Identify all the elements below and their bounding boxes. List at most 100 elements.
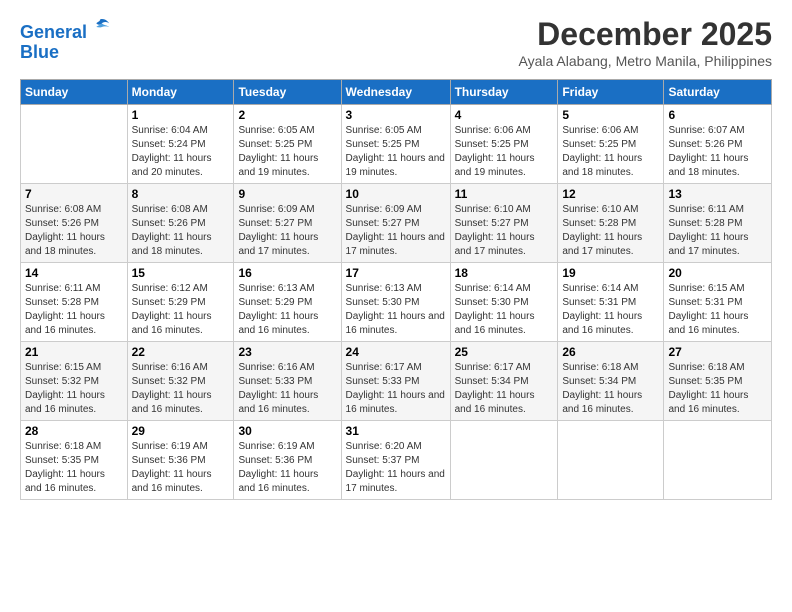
day-number: 8 (132, 187, 230, 201)
day-info: Sunrise: 6:19 AMSunset: 5:36 PMDaylight:… (238, 440, 336, 496)
day-info: Sunrise: 6:15 AMSunset: 5:31 PMDaylight:… (668, 282, 767, 338)
day-number: 15 (132, 266, 230, 280)
day-number: 17 (346, 266, 446, 280)
day-cell: 23 Sunrise: 6:16 AMSunset: 5:33 PMDayligh… (234, 342, 341, 421)
day-info: Sunrise: 6:16 AMSunset: 5:33 PMDaylight:… (238, 361, 336, 417)
day-number: 11 (455, 187, 554, 201)
day-number: 27 (668, 345, 767, 359)
day-info: Sunrise: 6:11 AMSunset: 5:28 PMDaylight:… (25, 282, 123, 338)
day-cell: 25Sunrise: 6:17 AMSunset: 5:34 PMDayligh… (450, 342, 558, 421)
day-info: Sunrise: 6:13 AMSunset: 5:30 PMDaylight:… (346, 282, 446, 338)
day-number: 3 (346, 108, 446, 122)
day-number: 19 (562, 266, 659, 280)
day-cell: 14 Sunrise: 6:11 AMSunset: 5:28 PMDayligh… (21, 263, 128, 342)
logo-blue: Blue (20, 43, 111, 63)
header: General Blue December 2025 Ayala Alabang… (20, 16, 772, 69)
location: Ayala Alabang, Metro Manila, Philippines (519, 53, 772, 69)
title-block: December 2025 Ayala Alabang, Metro Manil… (519, 16, 772, 69)
week-row-2: 7Sunrise: 6:08 AMSunset: 5:26 PMDaylight… (21, 184, 772, 263)
day-info: Sunrise: 6:18 AMSunset: 5:35 PMDaylight:… (25, 440, 123, 496)
day-cell (558, 421, 664, 500)
day-number: 10 (346, 187, 446, 201)
day-cell: 24 Sunrise: 6:17 AMSunset: 5:33 PMDayligh… (341, 342, 450, 421)
week-row-3: 14 Sunrise: 6:11 AMSunset: 5:28 PMDayligh… (21, 263, 772, 342)
logo-text: General (20, 16, 111, 43)
logo-general: General (20, 22, 87, 42)
day-cell: 10 Sunrise: 6:09 AMSunset: 5:27 PMDayligh… (341, 184, 450, 263)
day-cell: 30 Sunrise: 6:19 AMSunset: 5:36 PMDayligh… (234, 421, 341, 500)
day-info: Sunrise: 6:18 AMSunset: 5:35 PMDaylight:… (668, 361, 767, 417)
day-header-thursday: Thursday (450, 80, 558, 105)
day-number: 13 (668, 187, 767, 201)
calendar-table: SundayMondayTuesdayWednesdayThursdayFrid… (20, 79, 772, 500)
day-info: Sunrise: 6:10 AMSunset: 5:28 PMDaylight:… (562, 203, 659, 259)
day-number: 18 (455, 266, 554, 280)
day-cell: 11 Sunrise: 6:10 AMSunset: 5:27 PMDayligh… (450, 184, 558, 263)
day-info: Sunrise: 6:08 AMSunset: 5:26 PMDaylight:… (132, 203, 230, 259)
day-cell: 3 Sunrise: 6:05 AMSunset: 5:25 PMDaylight… (341, 105, 450, 184)
day-cell (664, 421, 772, 500)
day-cell: 12 Sunrise: 6:10 AMSunset: 5:28 PMDayligh… (558, 184, 664, 263)
day-number: 22 (132, 345, 230, 359)
day-cell: 8 Sunrise: 6:08 AMSunset: 5:26 PMDaylight… (127, 184, 234, 263)
day-info: Sunrise: 6:17 AMSunset: 5:33 PMDaylight:… (346, 361, 446, 417)
day-number: 30 (238, 424, 336, 438)
day-info: Sunrise: 6:04 AMSunset: 5:24 PMDaylight:… (132, 124, 230, 180)
day-number: 14 (25, 266, 123, 280)
header-row: SundayMondayTuesdayWednesdayThursdayFrid… (21, 80, 772, 105)
week-row-1: 1Sunrise: 6:04 AMSunset: 5:24 PMDaylight… (21, 105, 772, 184)
day-cell: 13Sunrise: 6:11 AMSunset: 5:28 PMDayligh… (664, 184, 772, 263)
day-cell: 9Sunrise: 6:09 AMSunset: 5:27 PMDaylight… (234, 184, 341, 263)
day-header-tuesday: Tuesday (234, 80, 341, 105)
day-number: 26 (562, 345, 659, 359)
day-cell: 28 Sunrise: 6:18 AMSunset: 5:35 PMDayligh… (21, 421, 128, 500)
day-info: Sunrise: 6:16 AMSunset: 5:32 PMDaylight:… (132, 361, 230, 417)
day-cell: 17 Sunrise: 6:13 AMSunset: 5:30 PMDayligh… (341, 263, 450, 342)
day-number: 20 (668, 266, 767, 280)
day-number: 31 (346, 424, 446, 438)
day-cell: 5Sunrise: 6:06 AMSunset: 5:25 PMDaylight… (558, 105, 664, 184)
day-info: Sunrise: 6:12 AMSunset: 5:29 PMDaylight:… (132, 282, 230, 338)
day-cell: 18 Sunrise: 6:14 AMSunset: 5:30 PMDayligh… (450, 263, 558, 342)
day-info: Sunrise: 6:19 AMSunset: 5:36 PMDaylight:… (132, 440, 230, 496)
day-cell: 21 Sunrise: 6:15 AMSunset: 5:32 PMDayligh… (21, 342, 128, 421)
day-header-saturday: Saturday (664, 80, 772, 105)
day-number: 29 (132, 424, 230, 438)
day-number: 24 (346, 345, 446, 359)
day-info: Sunrise: 6:10 AMSunset: 5:27 PMDaylight:… (455, 203, 554, 259)
day-number: 23 (238, 345, 336, 359)
day-cell: 19Sunrise: 6:14 AMSunset: 5:31 PMDayligh… (558, 263, 664, 342)
day-info: Sunrise: 6:05 AMSunset: 5:25 PMDaylight:… (346, 124, 446, 180)
day-info: Sunrise: 6:06 AMSunset: 5:25 PMDaylight:… (455, 124, 554, 180)
day-number: 21 (25, 345, 123, 359)
day-cell: 6Sunrise: 6:07 AMSunset: 5:26 PMDaylight… (664, 105, 772, 184)
day-cell: 29 Sunrise: 6:19 AMSunset: 5:36 PMDayligh… (127, 421, 234, 500)
day-info: Sunrise: 6:15 AMSunset: 5:32 PMDaylight:… (25, 361, 123, 417)
day-cell: 7Sunrise: 6:08 AMSunset: 5:26 PMDaylight… (21, 184, 128, 263)
month-title: December 2025 (519, 16, 772, 53)
day-number: 5 (562, 108, 659, 122)
day-cell: 4 Sunrise: 6:06 AMSunset: 5:25 PMDaylight… (450, 105, 558, 184)
day-cell: 2Sunrise: 6:05 AMSunset: 5:25 PMDaylight… (234, 105, 341, 184)
logo-bird-icon (89, 16, 111, 38)
day-info: Sunrise: 6:09 AMSunset: 5:27 PMDaylight:… (238, 203, 336, 259)
day-info: Sunrise: 6:14 AMSunset: 5:30 PMDaylight:… (455, 282, 554, 338)
day-cell: 20 Sunrise: 6:15 AMSunset: 5:31 PMDayligh… (664, 263, 772, 342)
week-row-5: 28 Sunrise: 6:18 AMSunset: 5:35 PMDayligh… (21, 421, 772, 500)
day-number: 4 (455, 108, 554, 122)
day-info: Sunrise: 6:18 AMSunset: 5:34 PMDaylight:… (562, 361, 659, 417)
day-number: 2 (238, 108, 336, 122)
day-cell: 16Sunrise: 6:13 AMSunset: 5:29 PMDayligh… (234, 263, 341, 342)
day-number: 28 (25, 424, 123, 438)
day-cell: 27 Sunrise: 6:18 AMSunset: 5:35 PMDayligh… (664, 342, 772, 421)
day-cell: 22 Sunrise: 6:16 AMSunset: 5:32 PMDayligh… (127, 342, 234, 421)
day-cell: 15 Sunrise: 6:12 AMSunset: 5:29 PMDayligh… (127, 263, 234, 342)
day-info: Sunrise: 6:07 AMSunset: 5:26 PMDaylight:… (668, 124, 767, 180)
day-info: Sunrise: 6:20 AMSunset: 5:37 PMDaylight:… (346, 440, 446, 496)
day-number: 12 (562, 187, 659, 201)
day-info: Sunrise: 6:09 AMSunset: 5:27 PMDaylight:… (346, 203, 446, 259)
day-cell: 1Sunrise: 6:04 AMSunset: 5:24 PMDaylight… (127, 105, 234, 184)
day-cell: 31 Sunrise: 6:20 AMSunset: 5:37 PMDayligh… (341, 421, 450, 500)
day-number: 25 (455, 345, 554, 359)
day-cell (450, 421, 558, 500)
